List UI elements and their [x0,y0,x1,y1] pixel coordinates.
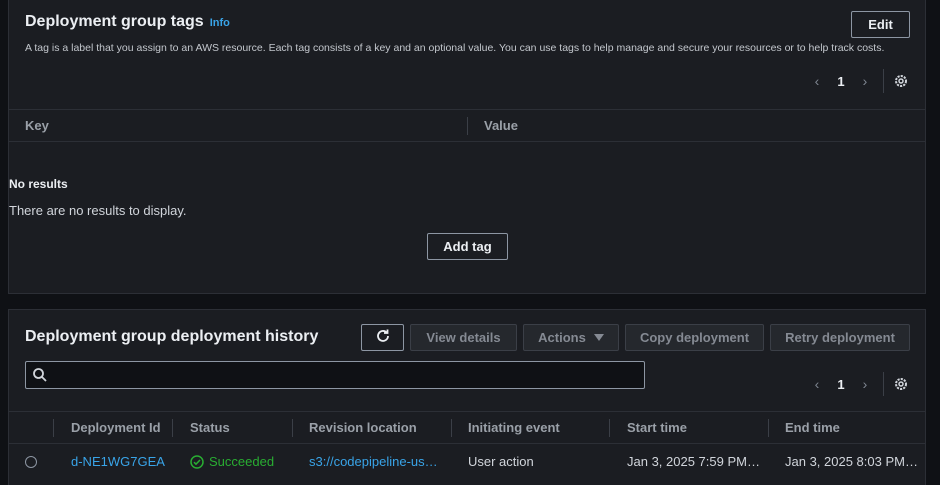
column-divider [768,418,769,437]
end-time-cell: Jan 3, 2025 8:03 PM… [785,454,918,469]
tags-info-link[interactable]: Info [210,17,230,29]
caret-down-icon [593,330,604,345]
tags-table-header: Key Value [9,109,925,142]
history-panel: Deployment group deployment history View… [8,309,926,485]
column-header-start-time[interactable]: Start time [627,420,687,435]
column-divider [467,116,468,135]
column-header-revision-location[interactable]: Revision location [309,420,417,435]
tags-title: Deployment group tags Info [25,13,230,31]
tags-title-text: Deployment group tags [25,13,204,30]
deployment-id-link[interactable]: d-NE1WG7GEA [71,454,165,469]
pager-divider [883,69,884,93]
actions-dropdown[interactable]: Actions [523,324,619,351]
history-title: Deployment group deployment history [25,328,319,345]
add-tag-button[interactable]: Add tag [427,233,508,260]
column-header-initiating-event[interactable]: Initiating event [468,420,560,435]
gear-icon[interactable] [892,375,910,393]
revision-location-link[interactable]: s3://codepipeline-us… [309,454,438,469]
retry-deployment-button[interactable]: Retry deployment [770,324,910,351]
empty-state-title: No results [9,177,68,191]
refresh-icon [375,328,391,347]
column-divider [292,418,293,437]
status-cell: Succeeded [190,454,274,469]
check-circle-icon [190,454,204,469]
status-text: Succeeded [209,454,275,469]
column-divider [451,418,452,437]
view-details-button[interactable]: View details [410,324,517,351]
row-select-radio[interactable] [25,456,37,468]
refresh-button[interactable] [361,324,404,351]
chevron-right-icon[interactable]: › [853,73,877,89]
edit-button[interactable]: Edit [851,11,910,38]
initiating-event-cell: User action [468,454,534,469]
chevron-left-icon[interactable]: ‹ [805,73,829,89]
column-header-end-time[interactable]: End time [785,420,840,435]
tags-description: A tag is a label that you assign to an A… [25,42,885,54]
search-icon [32,367,48,386]
column-header-deployment-id[interactable]: Deployment Id [71,420,161,435]
column-divider [609,418,610,437]
search-input[interactable] [25,361,645,389]
page-number[interactable]: 1 [829,74,853,89]
copy-deployment-button[interactable]: Copy deployment [625,324,764,351]
column-header-status[interactable]: Status [190,420,230,435]
column-header-value[interactable]: Value [484,118,518,133]
history-pagination: ‹ 1 › [805,372,910,396]
table-row[interactable]: d-NE1WG7GEA Succeeded s3://codepipeline-… [9,444,925,478]
page-number[interactable]: 1 [829,377,853,392]
empty-state-message: There are no results to display. [9,203,187,218]
column-divider [172,418,173,437]
chevron-right-icon[interactable]: › [853,376,877,392]
column-header-key[interactable]: Key [25,118,49,133]
history-table-header: Deployment Id Status Revision location I… [9,411,925,444]
start-time-cell: Jan 3, 2025 7:59 PM… [627,454,760,469]
actions-label: Actions [538,330,586,345]
tags-pagination: ‹ 1 › [805,69,910,93]
column-divider [53,418,54,437]
tags-panel: Deployment group tags Info Edit A tag is … [8,0,926,294]
chevron-left-icon[interactable]: ‹ [805,376,829,392]
pager-divider [883,372,884,396]
gear-icon[interactable] [892,72,910,90]
